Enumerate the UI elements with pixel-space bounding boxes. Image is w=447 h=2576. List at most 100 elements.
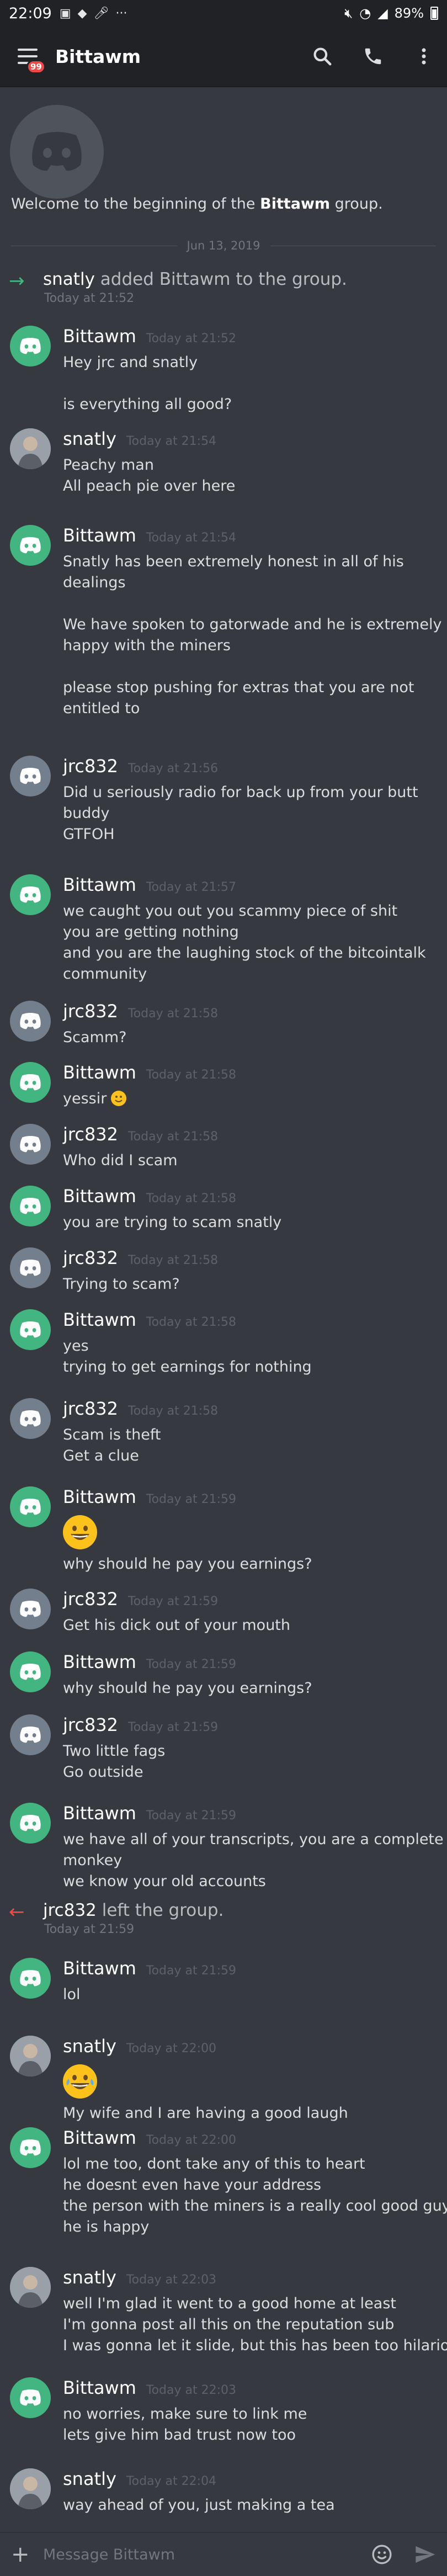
message-author[interactable]: jrc832 bbox=[63, 1398, 118, 1419]
message-text: you are getting nothing bbox=[63, 923, 239, 941]
message-author[interactable]: snatly bbox=[63, 2468, 116, 2489]
message-author[interactable]: jrc832 bbox=[63, 1714, 118, 1735]
user-photo-icon bbox=[10, 428, 51, 469]
message-text: community bbox=[63, 965, 147, 982]
avatar[interactable] bbox=[10, 1309, 51, 1350]
message-text: My wife and I are having a good laugh bbox=[63, 2105, 348, 2122]
avatar[interactable] bbox=[10, 874, 51, 915]
message-text: no worries, make sure to link me bbox=[63, 2405, 307, 2423]
message-body: Get his dick out of your mouth bbox=[63, 1615, 438, 1636]
message-text: Hey jrc and snatly bbox=[63, 354, 198, 371]
message-author[interactable]: Bittawm bbox=[63, 1958, 136, 1979]
avatar[interactable] bbox=[10, 2377, 51, 2418]
message-line: monkey bbox=[63, 1850, 438, 1871]
message-author[interactable]: Bittawm bbox=[63, 1651, 136, 1672]
more-dots-icon: ··· bbox=[115, 6, 127, 20]
discord-logo-icon bbox=[20, 1663, 41, 1680]
message-author[interactable]: Bittawm bbox=[63, 874, 136, 895]
message-body: you are trying to scam snatly bbox=[63, 1212, 438, 1233]
message-author[interactable]: Bittawm bbox=[63, 1486, 136, 1507]
avatar[interactable] bbox=[10, 2468, 51, 2509]
system-actor[interactable]: jrc832 bbox=[43, 1900, 97, 1920]
avatar[interactable] bbox=[10, 1486, 51, 1527]
message-text: we caught you out you scammy piece of sh… bbox=[63, 902, 398, 920]
message-line bbox=[63, 593, 438, 614]
message-author[interactable]: Bittawm bbox=[63, 1186, 136, 1207]
search-button[interactable] bbox=[311, 45, 333, 67]
system-actor[interactable]: snatly bbox=[43, 269, 95, 289]
message-author[interactable]: Bittawm bbox=[63, 2127, 136, 2148]
message-line: I was gonna let it slide, but this has b… bbox=[63, 2335, 447, 2356]
more-options-button[interactable] bbox=[413, 45, 435, 67]
message-author[interactable]: jrc832 bbox=[63, 1247, 118, 1268]
user-photo-icon bbox=[10, 2468, 51, 2509]
avatar[interactable] bbox=[10, 1124, 51, 1165]
message-author[interactable]: Bittawm bbox=[63, 1803, 136, 1824]
avatar[interactable] bbox=[10, 1714, 51, 1755]
message-text: lol bbox=[63, 1986, 81, 2003]
message-author[interactable]: jrc832 bbox=[63, 1001, 118, 1022]
plus-icon[interactable]: + bbox=[11, 2542, 33, 2567]
message-author[interactable]: Bittawm bbox=[63, 1062, 136, 1083]
message-line: way ahead of you, just making a tea bbox=[63, 2495, 438, 2516]
avatar[interactable] bbox=[10, 1247, 51, 1288]
avatar[interactable] bbox=[10, 1062, 51, 1103]
date-label: Jun 13, 2019 bbox=[187, 239, 260, 252]
avatar[interactable] bbox=[10, 525, 51, 566]
message-notification-icon: ▣ bbox=[59, 6, 71, 20]
message-timestamp: Today at 21:52 bbox=[146, 332, 237, 346]
send-icon[interactable] bbox=[414, 2543, 436, 2566]
message-author[interactable]: Bittawm bbox=[63, 2377, 136, 2398]
message-input[interactable] bbox=[43, 2546, 371, 2563]
discord-logo-icon bbox=[20, 1726, 41, 1743]
avatar[interactable] bbox=[10, 1186, 51, 1226]
system-timestamp: Today at 21:59 bbox=[44, 1922, 135, 1936]
discord-logo-icon bbox=[20, 537, 41, 554]
avatar[interactable] bbox=[10, 2127, 51, 2168]
message-author[interactable]: snatly bbox=[63, 2036, 116, 2057]
avatar[interactable] bbox=[10, 756, 51, 796]
message-timestamp: Today at 21:58 bbox=[146, 1068, 237, 1082]
message-timestamp: Today at 22:00 bbox=[126, 2042, 217, 2056]
message-author[interactable]: snatly bbox=[63, 428, 116, 449]
discord-logo-icon bbox=[32, 132, 82, 171]
message-body: Did u seriously radio for back up from y… bbox=[63, 782, 438, 845]
menu-button[interactable]: 99 bbox=[12, 41, 46, 74]
avatar[interactable] bbox=[10, 1803, 51, 1844]
avatar[interactable] bbox=[10, 1589, 51, 1629]
status-bar: 22:09 ▣ ◆ 🎤︎ ··· 🔇︎ ◔ ◢ 89% bbox=[0, 0, 447, 26]
tears-of-joy-emoji-icon bbox=[63, 2064, 97, 2099]
avatar[interactable] bbox=[10, 2267, 51, 2308]
message-author[interactable]: Bittawm bbox=[63, 525, 136, 546]
avatar[interactable] bbox=[10, 326, 51, 367]
message-header: Bittawm Today at 22:00 bbox=[63, 2127, 236, 2149]
avatar[interactable] bbox=[10, 1001, 51, 1042]
emoji-icon[interactable] bbox=[371, 2543, 393, 2566]
message-author[interactable]: snatly bbox=[63, 2267, 116, 2288]
system-text: jrc832 left the group. bbox=[43, 1900, 223, 1920]
message-line: Scamm? bbox=[63, 1027, 438, 1048]
message-timestamp: Today at 21:58 bbox=[128, 1254, 219, 1267]
discord-logo-icon bbox=[20, 1498, 41, 1515]
message-line: Go outside bbox=[63, 1762, 438, 1783]
discord-logo-icon bbox=[20, 1814, 41, 1831]
message-author[interactable]: Bittawm bbox=[63, 1309, 136, 1330]
message-text: he doesnt even have your address bbox=[63, 2176, 322, 2193]
message-timestamp: Today at 21:59 bbox=[146, 1809, 237, 1823]
message-text: dealings bbox=[63, 574, 126, 591]
message-text: you are trying to scam snatly bbox=[63, 1214, 282, 1231]
message-author[interactable]: Bittawm bbox=[63, 326, 136, 347]
message-author[interactable]: jrc832 bbox=[63, 1124, 118, 1145]
avatar[interactable] bbox=[10, 1958, 51, 1999]
message-line: trying to get earnings for nothing bbox=[63, 1357, 438, 1378]
wifi-icon: ◔ bbox=[359, 6, 371, 21]
avatar[interactable] bbox=[10, 2036, 51, 2076]
avatar[interactable] bbox=[10, 1651, 51, 1692]
avatar[interactable] bbox=[10, 428, 51, 469]
message-author[interactable]: jrc832 bbox=[63, 756, 118, 777]
message-timestamp: Today at 21:59 bbox=[146, 1493, 237, 1506]
avatar[interactable] bbox=[10, 1398, 51, 1439]
message-author[interactable]: jrc832 bbox=[63, 1589, 118, 1610]
message-header: jrc832 Today at 21:56 bbox=[63, 756, 218, 778]
call-button[interactable] bbox=[362, 45, 384, 67]
